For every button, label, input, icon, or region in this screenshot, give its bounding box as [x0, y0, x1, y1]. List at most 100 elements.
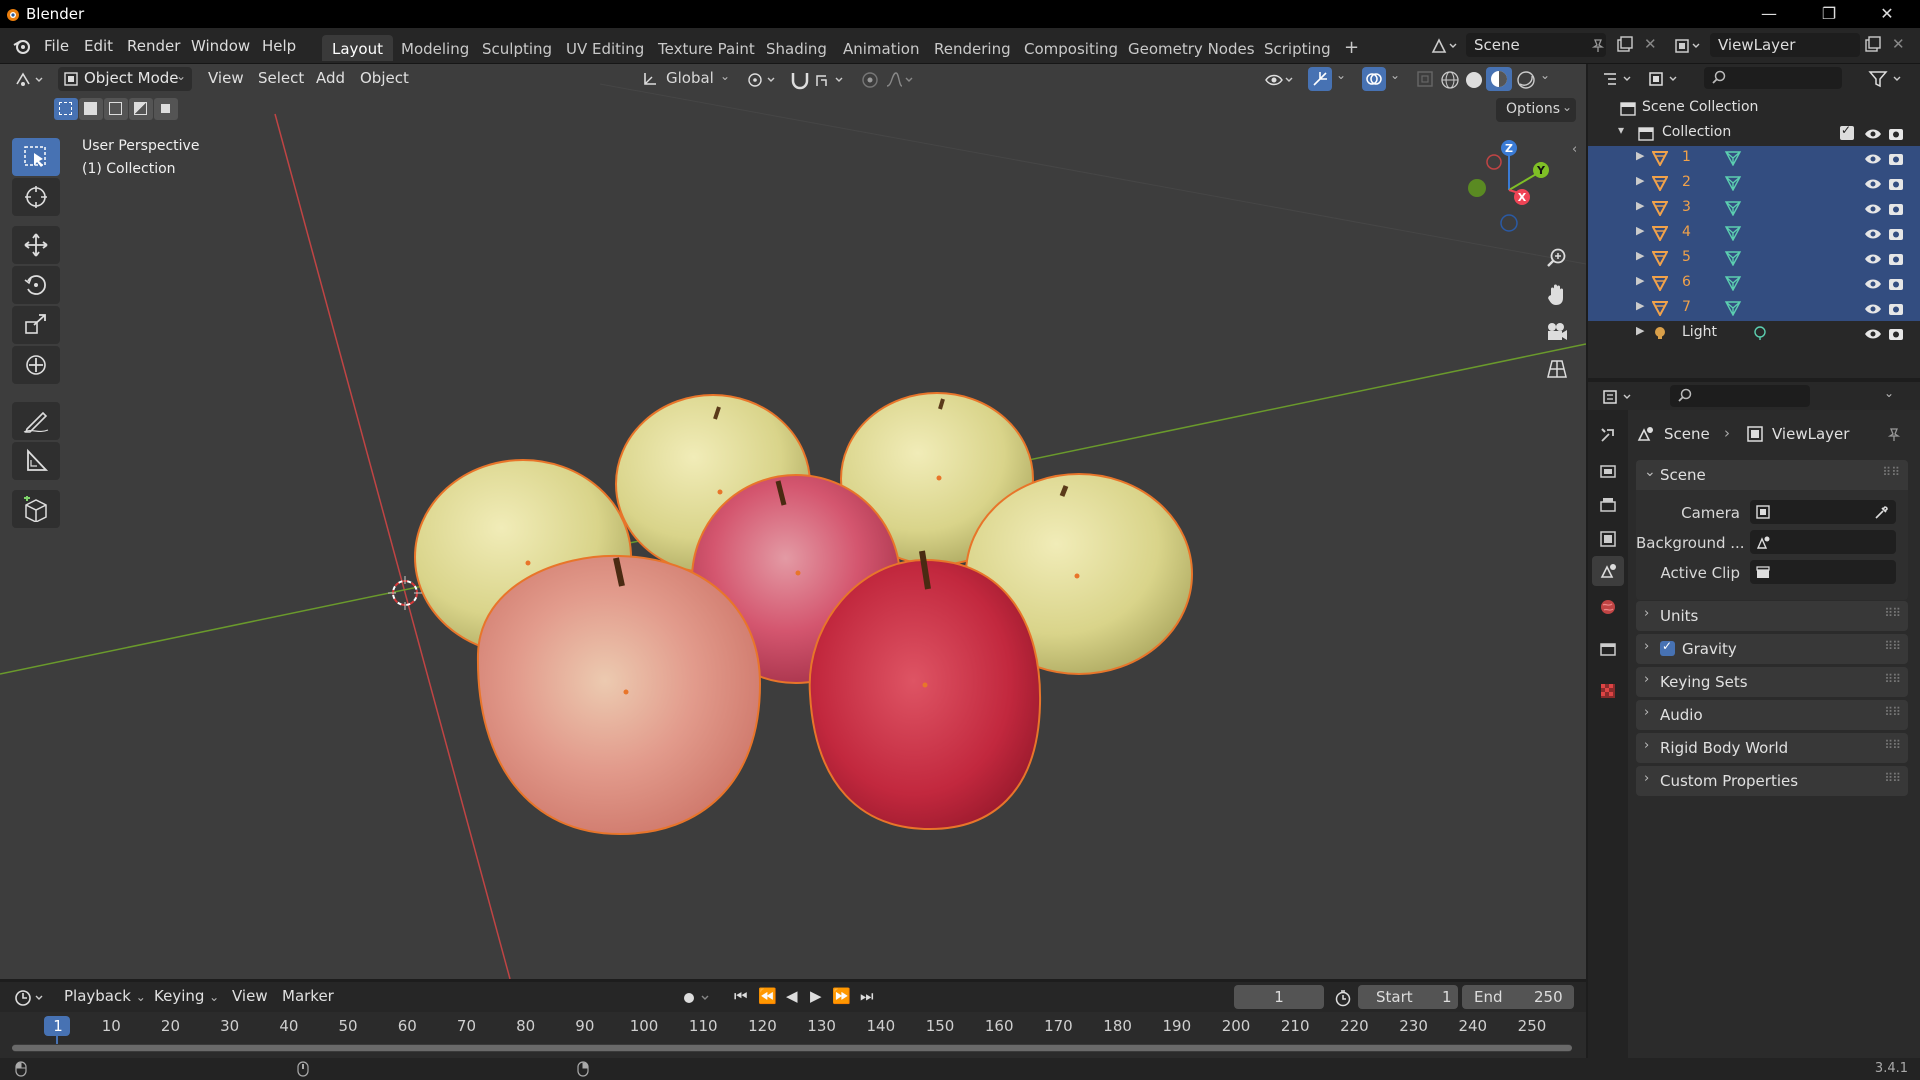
outliner-row-object[interactable]: ▶ 4 — [1588, 221, 1920, 246]
tab-animation[interactable]: Animation — [833, 35, 929, 61]
expand-arrow-icon[interactable]: ▶ — [1636, 249, 1644, 262]
eye-icon[interactable] — [1864, 302, 1882, 316]
tool-rotate[interactable] — [12, 266, 60, 304]
output-tab-icon[interactable] — [1599, 496, 1617, 514]
3d-viewport[interactable]: Object Mode ⌄ View Select Add Object Glo… — [0, 64, 1586, 979]
tab-geometry-nodes[interactable]: Geometry Nodes — [1118, 35, 1265, 61]
select-box-intersect-button[interactable] — [154, 98, 178, 120]
expand-arrow-icon[interactable]: ▶ — [1636, 324, 1644, 337]
pin-icon[interactable] — [1886, 426, 1902, 442]
eye-icon[interactable] — [1864, 202, 1882, 216]
panel-gravity[interactable]: › ✓ Gravity ⠿⠿ — [1636, 634, 1908, 664]
eye-icon[interactable] — [1864, 252, 1882, 266]
scene-panel-header[interactable]: ⌄ Scene ⠿⠿ — [1636, 460, 1908, 490]
minimize-button[interactable]: — — [1746, 2, 1792, 26]
chevron-down-icon[interactable]: ⌄ — [1540, 68, 1550, 82]
gizmo-toggle-button[interactable] — [1308, 67, 1332, 91]
background-scene-field[interactable] — [1750, 530, 1896, 554]
mesh-data-icon[interactable] — [1724, 175, 1742, 191]
zoom-button[interactable] — [1539, 240, 1575, 274]
mesh-data-icon[interactable] — [1724, 200, 1742, 216]
properties-search-input[interactable] — [1670, 385, 1810, 407]
solid-shading-icon[interactable] — [1464, 70, 1484, 90]
camera-field[interactable] — [1750, 500, 1896, 524]
play-reverse-icon[interactable]: ◀ — [786, 987, 798, 1005]
editor-type-icon[interactable] — [14, 70, 50, 90]
timeline-scrollbar[interactable] — [12, 1044, 1572, 1052]
perspective-toggle-button[interactable] — [1539, 351, 1575, 385]
light-data-icon[interactable] — [1752, 325, 1768, 341]
outliner-row-collection[interactable]: ▾ Collection ✓ — [1588, 121, 1920, 146]
render-camera-icon[interactable] — [1888, 176, 1904, 192]
auto-keying-icon[interactable] — [680, 989, 714, 1007]
options-dropdown[interactable]: Options ⌄ — [1496, 98, 1576, 122]
drag-grip-icon[interactable]: ⠿⠿ — [1882, 465, 1900, 479]
properties-editor-type-icon[interactable] — [1602, 388, 1636, 406]
display-mode-icon[interactable] — [1648, 70, 1682, 88]
render-camera-icon[interactable] — [1888, 301, 1904, 317]
camera-view-button[interactable] — [1539, 314, 1575, 348]
delete-scene-icon[interactable]: ✕ — [1644, 35, 1657, 53]
mesh-data-icon[interactable] — [1724, 300, 1742, 316]
select-box-extend-button[interactable] — [79, 98, 103, 120]
collection-tab-icon[interactable] — [1599, 640, 1617, 658]
tab-layout[interactable]: Layout — [322, 35, 393, 61]
tab-modeling[interactable]: Modeling — [391, 35, 479, 61]
tab-shading[interactable]: Shading — [756, 35, 837, 61]
panel-keying-sets[interactable]: › Keying Sets ⠿⠿ — [1636, 667, 1908, 697]
outliner-row-object[interactable]: ▶ 6 — [1588, 271, 1920, 296]
expand-arrow-icon[interactable]: ▶ — [1636, 299, 1644, 312]
select-box-invert-button[interactable] — [129, 98, 153, 120]
current-frame-field[interactable]: 1 — [1234, 985, 1324, 1009]
tab-rendering[interactable]: Rendering — [924, 35, 1021, 61]
scene-tab[interactable] — [1592, 556, 1624, 586]
timeline-menu-keying[interactable]: Keying ⌄ — [148, 986, 225, 1008]
expand-arrow-icon[interactable]: ▶ — [1636, 274, 1644, 287]
scene-selector-icon[interactable] — [1430, 36, 1460, 56]
expand-arrow-icon[interactable]: ▶ — [1636, 199, 1644, 212]
outliner-row-object[interactable]: ▶ 7 — [1588, 296, 1920, 321]
outliner-row-object[interactable]: ▶ 3 — [1588, 196, 1920, 221]
viewport-menu-add[interactable]: Add — [310, 68, 351, 90]
tool-select-box[interactable] — [12, 138, 60, 176]
outliner-row-scene-collection[interactable]: Scene Collection — [1588, 96, 1920, 121]
timeline-editor-type-icon[interactable] — [14, 988, 50, 1008]
blender-menu-icon[interactable] — [12, 36, 32, 56]
pivot-point-icon[interactable] — [746, 70, 780, 90]
add-workspace-button[interactable]: + — [1334, 35, 1369, 61]
proportional-edit-icon[interactable] — [860, 70, 880, 90]
tool-tab-icon[interactable] — [1599, 426, 1617, 444]
panel-units[interactable]: › Units ⠿⠿ — [1636, 601, 1908, 631]
collapse-arrow-icon[interactable]: ▾ — [1618, 123, 1624, 137]
outliner-editor-type-icon[interactable] — [1602, 70, 1636, 88]
menu-render[interactable]: Render — [121, 35, 186, 57]
select-box-subtract-button[interactable] — [104, 98, 128, 120]
chevron-down-icon[interactable]: ⌄ — [1390, 68, 1400, 82]
start-frame-field[interactable]: Start 1 — [1358, 985, 1458, 1009]
close-window-button[interactable]: ✕ — [1864, 2, 1910, 26]
panel-custom-properties[interactable]: › Custom Properties ⠿⠿ — [1636, 766, 1908, 796]
tool-scale[interactable] — [12, 306, 60, 344]
timeline-menu-view[interactable]: View — [226, 986, 274, 1008]
xray-icon[interactable] — [1416, 70, 1434, 88]
pin-icon[interactable] — [1590, 37, 1606, 53]
maximize-button[interactable]: ❐ — [1806, 2, 1852, 26]
tool-annotate[interactable] — [12, 402, 60, 440]
pan-button[interactable] — [1539, 277, 1575, 311]
wireframe-shading-icon[interactable] — [1440, 70, 1460, 90]
outliner-search-input[interactable] — [1704, 67, 1842, 89]
timeline-menu-playback[interactable]: Playback ⌄ — [58, 986, 152, 1008]
tab-texture-paint[interactable]: Texture Paint — [648, 35, 765, 61]
snap-magnet-icon[interactable] — [788, 69, 812, 91]
overlays-toggle-button[interactable] — [1362, 67, 1386, 91]
navigation-gizmo[interactable]: Z Y X — [1454, 138, 1564, 238]
eye-icon[interactable] — [1864, 227, 1882, 241]
viewport-menu-object[interactable]: Object — [354, 68, 415, 90]
sidebar-toggle-icon[interactable]: ‹ — [1572, 142, 1577, 157]
render-camera-icon[interactable] — [1888, 326, 1904, 342]
jump-to-end-icon[interactable]: ⏭ — [860, 987, 874, 1005]
chevron-down-icon[interactable]: ⌄ — [1884, 386, 1894, 400]
outliner-row-object[interactable]: ▶ 5 — [1588, 246, 1920, 271]
mesh-data-icon[interactable] — [1724, 150, 1742, 166]
mesh-data-icon[interactable] — [1724, 225, 1742, 241]
